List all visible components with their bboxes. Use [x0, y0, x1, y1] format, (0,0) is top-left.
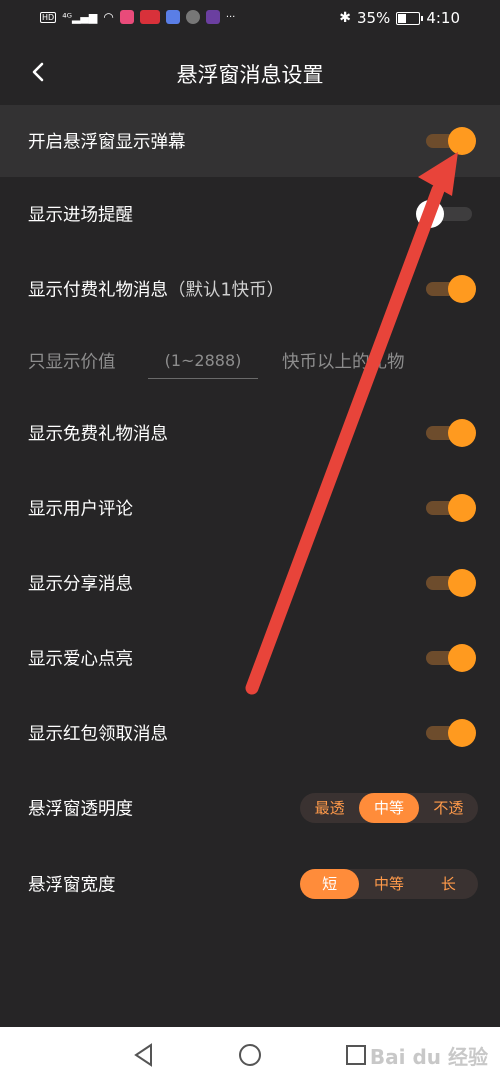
more-notifications: ··· [225, 11, 236, 23]
app-icon-4 [185, 10, 200, 24]
app-icon-2 [139, 10, 160, 24]
setting-label: 显示用户评论 [28, 499, 133, 520]
app-icon-5 [205, 10, 220, 24]
setting-hint: （默认1快币） [168, 280, 285, 301]
battery-icon [396, 11, 424, 25]
toggle-switch[interactable] [426, 419, 476, 447]
setting-row-red-packet[interactable]: 显示红包领取消息 [0, 697, 500, 769]
status-icons: HD ⁴ᴳ▂▄▆ ◠ ··· [40, 10, 235, 24]
segment-option-selected[interactable]: 中等 [359, 793, 419, 823]
segment-option[interactable]: 不透 [419, 793, 478, 823]
toggle-knob [448, 644, 476, 672]
setting-label: 显示免费礼物消息 [28, 424, 168, 445]
4g-signal-icon: ⁴ᴳ▂▄▆ [62, 10, 98, 24]
toggle-knob [448, 494, 476, 522]
baidu-watermark: Bai du 经验 [369, 1045, 488, 1069]
segment-option-selected[interactable]: 短 [300, 869, 360, 899]
toggle-switch[interactable] [426, 494, 476, 522]
page-title: 悬浮窗消息设置 [176, 63, 324, 87]
segment-option[interactable]: 最透 [300, 793, 359, 823]
status-bar: HD ⁴ᴳ▂▄▆ ◠ ··· ✱ 35% 4:10 [0, 0, 500, 38]
back-triangle-icon[interactable] [130, 1041, 158, 1069]
app-header: 悬浮窗消息设置 [0, 45, 500, 101]
status-right: ✱ 35% 4:10 [339, 9, 460, 27]
setting-row-enable-danmaku[interactable]: 开启悬浮窗显示弹幕 [0, 105, 500, 177]
app-icon-1 [119, 10, 134, 24]
toggle-knob [448, 275, 476, 303]
toggle-knob [416, 200, 444, 228]
segment-option[interactable]: 中等 [359, 869, 418, 899]
setting-row-user-comment[interactable]: 显示用户评论 [0, 472, 500, 544]
hd-icon: HD [40, 11, 57, 23]
setting-label: 开启悬浮窗显示弹幕 [28, 132, 186, 153]
setting-row-transparency: 悬浮窗透明度 最透 中等 不透 [0, 772, 500, 844]
transparency-segmented-control: 最透 中等 不透 [300, 793, 478, 823]
setting-label: 显示付费礼物消息（默认1快币） [28, 280, 285, 301]
toggle-switch[interactable] [426, 127, 476, 155]
battery-percent: 35% [356, 9, 391, 27]
segment-option[interactable]: 长 [419, 869, 478, 899]
toggle-switch[interactable] [416, 200, 476, 228]
clock: 4:10 [426, 9, 460, 27]
setting-row-free-gift[interactable]: 显示免费礼物消息 [0, 397, 500, 469]
toggle-knob [448, 569, 476, 597]
setting-row-paid-gift[interactable]: 显示付费礼物消息（默认1快币） [0, 253, 500, 325]
setting-label: 显示分享消息 [28, 574, 133, 595]
toggle-knob [448, 127, 476, 155]
setting-row-heart[interactable]: 显示爱心点亮 [0, 622, 500, 694]
setting-row-width: 悬浮窗宽度 短 中等 长 [0, 848, 500, 920]
recents-square-icon[interactable] [342, 1041, 370, 1069]
setting-row-share[interactable]: 显示分享消息 [0, 547, 500, 619]
gift-value-row: 只显示价值 快币以上的礼物 [0, 325, 500, 397]
setting-label: 显示进场提醒 [28, 205, 133, 226]
wifi-icon: ◠ [103, 10, 114, 24]
value-prefix: 只显示价值 [28, 352, 116, 373]
toggle-knob [448, 719, 476, 747]
home-circle-icon[interactable] [236, 1041, 264, 1069]
app-icon-3 [165, 10, 180, 24]
setting-label: 悬浮窗宽度 [28, 875, 116, 896]
toggle-switch[interactable] [426, 275, 476, 303]
setting-row-entry-reminder[interactable]: 显示进场提醒 [0, 178, 500, 250]
toggle-switch[interactable] [426, 719, 476, 747]
width-segmented-control: 短 中等 长 [300, 869, 478, 899]
bluetooth-icon: ✱ [339, 10, 351, 26]
system-nav-bar: Bai du 经验 [0, 1027, 500, 1083]
toggle-switch[interactable] [426, 644, 476, 672]
value-suffix: 快币以上的礼物 [282, 352, 405, 373]
toggle-knob [448, 419, 476, 447]
setting-label: 显示红包领取消息 [28, 724, 168, 745]
gift-value-input[interactable] [148, 342, 258, 379]
setting-label: 显示爱心点亮 [28, 649, 133, 670]
toggle-switch[interactable] [426, 569, 476, 597]
setting-label: 悬浮窗透明度 [28, 799, 133, 820]
